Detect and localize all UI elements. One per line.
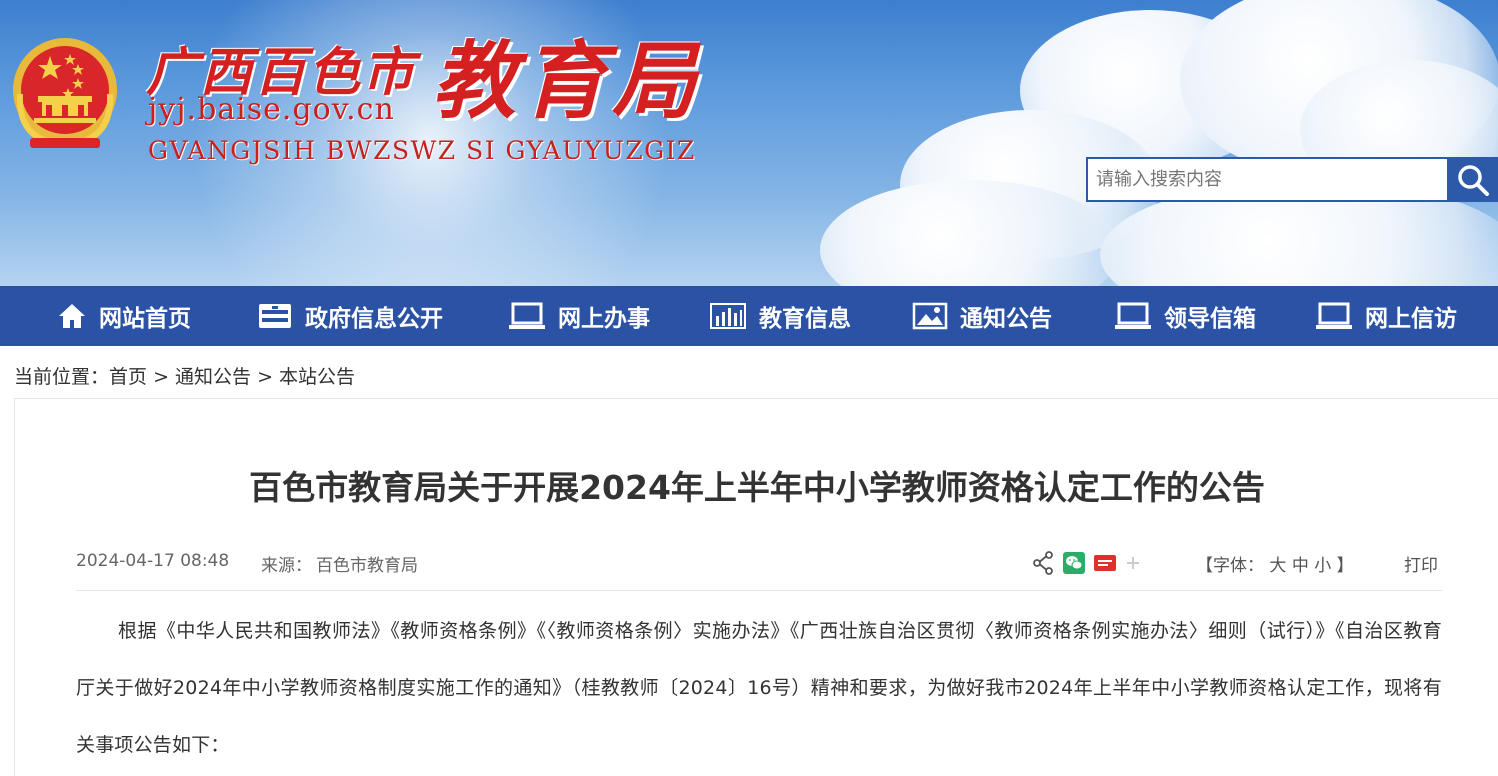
monitor-icon	[1115, 302, 1151, 329]
home-icon	[59, 304, 85, 328]
font-size-label: 【字体：	[1196, 556, 1264, 576]
wechat-icon[interactable]	[1063, 552, 1085, 574]
magnifier-icon	[1457, 164, 1489, 196]
share-icon[interactable]	[1032, 551, 1054, 575]
nav-item-label: 领导信箱	[1164, 306, 1256, 332]
font-size-large[interactable]: 大	[1269, 556, 1286, 576]
article-meta: 2024-04-17 08:48 来源： 百色市教育局 【字体： 大 中 小 】…	[76, 551, 1442, 591]
share-toolbar	[1032, 551, 1141, 575]
article-title: 百色市教育局关于开展2024年上半年中小学教师资格认定工作的公告	[249, 468, 1265, 507]
nav-item-label: 网上信访	[1365, 306, 1457, 332]
toutiao-icon[interactable]	[1094, 555, 1116, 571]
search-button[interactable]	[1447, 157, 1498, 202]
breadcrumb-site-announcements[interactable]: 本站公告	[279, 366, 355, 388]
source-label: 来源：	[261, 556, 312, 576]
logo-bureau-name: 教育局	[432, 31, 703, 130]
breadcrumb: 当前位置：首页 > 通知公告 > 本站公告	[14, 362, 355, 389]
main-nav: 网站首页 政府信息公开 网上办事 教育信息 通知公告 领导信箱 网上信访	[0, 286, 1498, 346]
image-icon	[912, 302, 948, 330]
font-size-control: 【字体： 大 中 小 】	[1196, 551, 1354, 576]
breadcrumb-separator: >	[251, 366, 280, 388]
breadcrumb-home[interactable]: 首页	[109, 366, 147, 388]
font-size-medium[interactable]: 中	[1292, 556, 1309, 576]
header-banner: 广西百色市 教育局 jyj.baise.gov.cn GVANGJSIH BWZ…	[0, 0, 1498, 286]
logo-zhuang-name: GVANGJSIH BWZSWZ SI GYAUYUZGIZ	[148, 136, 696, 165]
logo-url: jyj.baise.gov.cn	[148, 92, 395, 127]
nav-item-home[interactable]: 网站首页	[57, 286, 191, 346]
article-paragraph: 根据《中华人民共和国教师法》《教师资格条例》《〈教师资格条例〉实施办法》《广西壮…	[76, 620, 1442, 756]
print-link[interactable]: 打印	[1404, 551, 1438, 576]
nav-item-online-service[interactable]: 网上办事	[508, 286, 650, 346]
nav-item-education-info[interactable]: 教育信息	[709, 286, 851, 346]
breadcrumb-separator: >	[147, 366, 176, 388]
source-value: 百色市教育局	[316, 556, 418, 576]
font-size-small[interactable]: 小	[1314, 556, 1331, 576]
nav-item-gov-info[interactable]: 政府信息公开	[257, 286, 443, 346]
search-input[interactable]	[1086, 157, 1448, 202]
publish-date: 2024-04-17 08:48	[76, 551, 230, 571]
cabinet-icon	[259, 304, 291, 328]
font-size-end: 】	[1336, 556, 1354, 576]
bar-chart-icon	[710, 303, 746, 329]
monitor-icon	[509, 302, 545, 329]
nav-item-label: 教育信息	[759, 306, 851, 332]
nav-item-leader-mailbox[interactable]: 领导信箱	[1114, 286, 1256, 346]
breadcrumb-notices[interactable]: 通知公告	[175, 366, 251, 388]
plus-icon[interactable]	[1125, 555, 1141, 571]
monitor-icon	[1316, 302, 1352, 329]
nav-item-notices[interactable]: 通知公告	[912, 286, 1052, 346]
nav-item-label: 政府信息公开	[305, 306, 443, 332]
nav-item-label: 网站首页	[99, 306, 191, 332]
breadcrumb-prefix: 当前位置：	[14, 366, 110, 388]
nav-item-online-petition[interactable]: 网上信访	[1315, 286, 1457, 346]
article-container: 百色市教育局关于开展2024年上半年中小学教师资格认定工作的公告 2024-04…	[14, 398, 1498, 776]
national-emblem-icon	[13, 38, 117, 148]
nav-item-label: 网上办事	[558, 306, 650, 332]
nav-item-label: 通知公告	[960, 306, 1052, 332]
